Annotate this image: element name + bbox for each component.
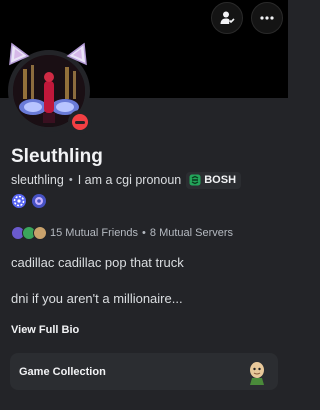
cat-ear-left-icon — [9, 42, 30, 66]
mutual-friends[interactable]: 15 Mutual Friends — [50, 227, 138, 239]
more-options-icon — [260, 16, 274, 20]
display-name: Sleuthling — [11, 146, 103, 167]
orbs-badge-icon[interactable] — [31, 193, 47, 209]
do-not-disturb-icon — [72, 114, 88, 130]
mutual-avatars — [11, 226, 47, 240]
game-collection-label: Game Collection — [19, 365, 106, 378]
clan-tag-label: BOSH — [204, 174, 237, 186]
pronouns: I am a cgi pronoun — [77, 173, 182, 187]
cat-ear-right-icon — [66, 42, 87, 66]
username[interactable]: sleuthling — [11, 173, 64, 187]
clan-tag[interactable]: BOSH — [186, 171, 242, 189]
mutual-servers[interactable]: 8 Mutual Servers — [150, 227, 233, 239]
game-character-icon — [250, 361, 264, 385]
badge-row — [11, 193, 47, 209]
separator: • — [68, 174, 73, 186]
view-full-bio-link[interactable]: View Full Bio — [11, 324, 79, 336]
add-friend-button[interactable] — [211, 2, 243, 34]
mutuals-row[interactable]: 15 Mutual Friends • 8 Mutual Servers — [11, 224, 233, 242]
separator: • — [142, 227, 146, 239]
more-options-button[interactable] — [251, 2, 283, 34]
quest-badge-icon[interactable] — [11, 193, 27, 209]
bio-line: dni if you aren't a millionaire... — [11, 291, 183, 306]
profile-subline: sleuthling • I am a cgi pronoun BOSH — [11, 171, 242, 189]
game-collection-card[interactable]: Game Collection — [10, 353, 278, 390]
bio-line: cadillac cadillac pop that truck — [11, 255, 184, 270]
avatar-container[interactable] — [4, 42, 96, 134]
mutual-avatar — [33, 226, 47, 240]
status-indicator — [68, 110, 92, 134]
clan-tag-icon — [189, 174, 201, 186]
add-friend-icon — [220, 11, 235, 24]
